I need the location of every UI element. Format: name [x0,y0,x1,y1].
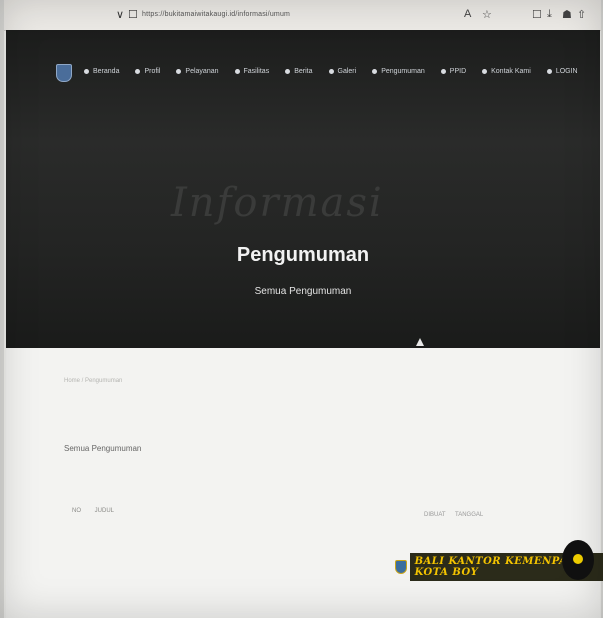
nav-bullet-icon [482,69,488,74]
translate-icon[interactable]: A [464,8,477,20]
share-icon[interactable]: ⇧ [577,8,592,21]
main-nav: Beranda Profil Pelayanan Fasilitas Berit… [84,68,578,75]
browser-address-bar: ∨ ☐ https://bukitamaiwitakaugi.id/inform… [4,0,601,31]
nav-bullet-icon [328,69,334,74]
nav-item-berita[interactable]: Berita [285,68,313,75]
column-header-judul: JUDUL [94,508,115,514]
hero-watermark: Informasi [171,180,384,226]
screen: ∨ ☐ https://bukitamaiwitakaugi.id/inform… [4,0,601,618]
nav-bullet-icon [285,69,291,74]
badge-icon[interactable] [562,540,594,580]
download-icon[interactable]: ⤓ [547,8,558,21]
table-header: NO JUDUL [72,508,114,514]
nav-item-label: Berita [294,68,313,75]
site-logo[interactable] [56,64,72,82]
nav-item-profil[interactable]: Profil [135,68,160,75]
nav-item-pengumuman[interactable]: Pengumuman [372,68,425,75]
page-subtitle: Semua Pengumuman [254,286,352,297]
hero-banner: Informasi Beranda Profil Pelayanan Fasil… [6,30,600,348]
page-title: Pengumuman [236,244,370,266]
star-icon[interactable]: ☆ [482,8,498,21]
chevron-down-icon[interactable]: ∨ [116,8,124,21]
nav-item-login[interactable]: LOGIN [546,68,578,75]
column-header-dibuat-tanggal: DIBUAT TANGGAL [424,512,484,518]
nav-bullet-icon [176,69,182,74]
nav-bullet-icon [234,69,240,74]
nav-bullet-icon [135,69,141,74]
mouse-cursor-icon [416,338,424,346]
nav-item-fasilitas[interactable]: Fasilitas [234,68,270,75]
nav-bullet-icon [546,69,552,74]
nav-item-label: Pengumuman [381,68,425,75]
nav-item-beranda[interactable]: Beranda [84,68,119,75]
nav-item-ppid[interactable]: PPID [440,68,467,75]
nav-bullet-icon [440,69,446,74]
nav-item-label: Pelayanan [185,68,219,75]
nav-item-label: LOGIN [555,68,578,75]
extension-icon[interactable]: ☗ [562,8,578,21]
nav-bullet-icon [372,69,378,74]
shield-icon [395,560,407,574]
nav-item-label: Fasilitas [243,68,270,75]
tab-icon[interactable]: ☐ [128,8,138,21]
nav-item-label: Profil [144,68,161,75]
nav-item-label: PPID [449,68,467,75]
nav-item-kontak[interactable]: Kontak Kami [482,68,531,75]
column-header-no: NO [72,508,81,514]
nav-item-label: Beranda [93,68,120,75]
nav-item-label: Galeri [337,68,357,75]
nav-item-galeri[interactable]: Galeri [328,68,357,75]
nav-item-label: Kontak Kami [491,68,531,75]
nav-item-pelayanan[interactable]: Pelayanan [176,68,219,75]
section-title: Semua Pengumuman [64,444,142,453]
nav-bullet-icon [84,69,89,74]
breadcrumb[interactable]: Home / Pengumuman [64,378,122,384]
url-field[interactable]: https://bukitamaiwitakaugi.id/informasi/… [142,11,290,18]
window-icon[interactable]: ☐ [532,8,548,21]
